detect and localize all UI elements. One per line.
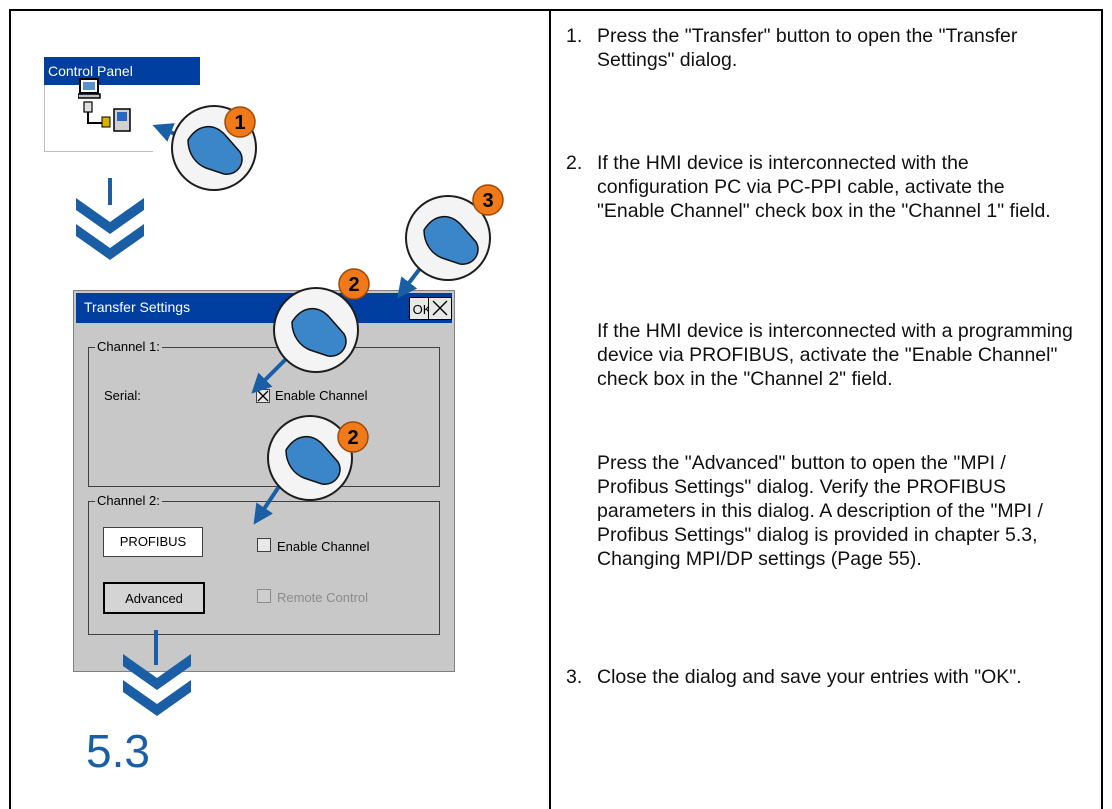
chapter-reference: 5.3 (86, 725, 150, 777)
step-text: If the HMI device is interconnected with… (597, 152, 1051, 222)
step-number: 3. (566, 666, 583, 688)
step-text: Press the "Transfer" button to open the … (597, 25, 1018, 71)
step-text: Close the dialog and save your entries w… (597, 666, 1022, 688)
hand-pointer-icon (267, 415, 353, 501)
step-2-paragraph: If the HMI device is interconnected with… (597, 320, 1073, 390)
hand-pointer-icon (273, 287, 359, 373)
svg-text:1: 1 (234, 112, 245, 134)
svg-text:2: 2 (347, 427, 358, 449)
step-2-paragraph: Press the "Advanced" button to open the … (597, 452, 1043, 570)
callout-badge-2: 2 (337, 421, 369, 453)
callout-badge-2: 2 (338, 268, 370, 300)
svg-text:3: 3 (482, 190, 493, 212)
double-chevron-icon (76, 198, 144, 260)
column-divider (549, 9, 551, 809)
illustration-overlay: 1 2 2 3 (76, 105, 504, 716)
callout-badge-3: 3 (472, 184, 504, 216)
step-number: 2. (566, 152, 583, 174)
step-number: 1. (566, 25, 583, 47)
callout-badge-1: 1 (224, 106, 256, 138)
svg-text:2: 2 (348, 274, 359, 296)
